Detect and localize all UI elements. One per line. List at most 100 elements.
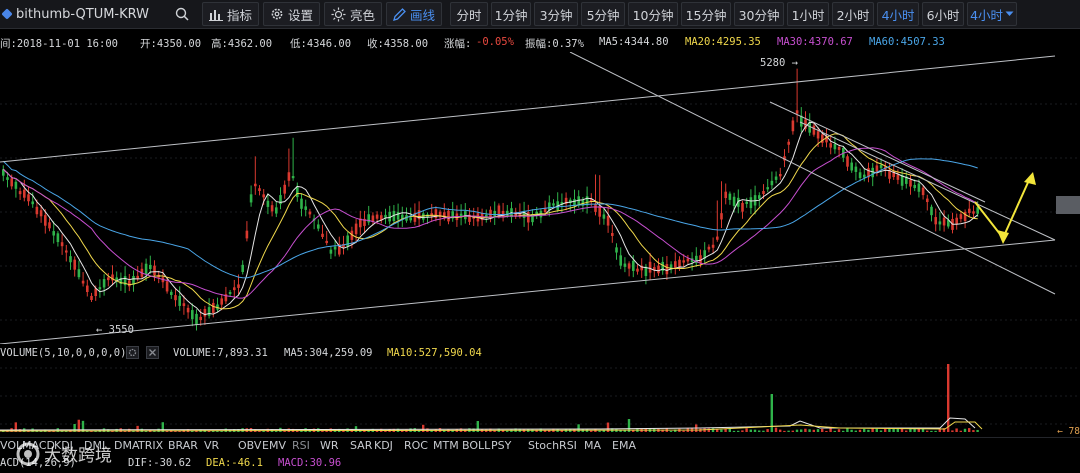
candlestick-chart[interactable] (0, 52, 1080, 344)
indicators-button[interactable]: 指标 (202, 2, 260, 26)
indicator-tab-roc[interactable]: ROC (404, 439, 428, 452)
candle-body (18, 191, 22, 195)
candle-body (304, 206, 307, 210)
indicator-tab-kdj[interactable]: KDJ (54, 439, 73, 452)
indicator-tab-ema[interactable]: EMA (612, 439, 636, 452)
period-tab-7[interactable]: 1小时 (787, 2, 830, 26)
candle-body (128, 280, 131, 287)
settings-button[interactable]: 设置 (263, 2, 321, 26)
candle-body (552, 203, 555, 206)
candle-body (921, 187, 925, 196)
candle-body (31, 201, 34, 205)
period-tab-0[interactable]: 分时 (450, 2, 489, 26)
candle-body (107, 277, 110, 281)
pencil-icon (393, 7, 406, 21)
period-tab-8[interactable]: 2小时 (832, 2, 875, 26)
volume-bar (245, 428, 248, 432)
change-label: 涨幅: (444, 38, 472, 50)
change-value: -0.05% (476, 36, 514, 48)
candle-body (170, 291, 173, 295)
search-button[interactable] (168, 3, 196, 25)
light-theme-button[interactable]: 亮色 (324, 2, 383, 26)
candle-body (245, 230, 249, 239)
candle-body (203, 309, 207, 317)
volume-bar (669, 430, 673, 432)
indicator-tab-dmi[interactable]: DMI (84, 439, 105, 452)
indicator-tab-sar[interactable]: SAR (350, 439, 372, 452)
volume-bar (858, 429, 862, 432)
volume-header: VOLUME(5,10,0,0,0,0) VOLUME:7,893.31 MA5… (0, 346, 1080, 362)
period-tab-2[interactable]: 3分钟 (534, 2, 579, 26)
trendline (569, 52, 1056, 295)
period-tab-1[interactable]: 1分钟 (491, 2, 532, 26)
indicator-tab-brar[interactable]: BRAR (168, 439, 198, 452)
volume-bar (749, 429, 752, 432)
search-icon (175, 7, 189, 21)
candle-body (447, 210, 450, 222)
high-annotation: 5280 → (760, 57, 798, 69)
candle-body (674, 261, 677, 268)
volume-bar (720, 429, 723, 432)
period-tab-4[interactable]: 10分钟 (628, 2, 679, 26)
volume-close-button[interactable] (146, 346, 159, 359)
volume-settings-button[interactable] (126, 346, 139, 359)
indicator-tab-macd[interactable]: MACD (22, 439, 55, 452)
indicator-tab-boll[interactable]: BOLL (462, 439, 490, 452)
candle-body (795, 110, 799, 114)
volume-bar (728, 428, 731, 432)
candle-body (191, 310, 194, 320)
candle-body (56, 233, 60, 243)
period-tab-5[interactable]: 15分钟 (681, 2, 732, 26)
period-tab-3[interactable]: 5分钟 (581, 2, 626, 26)
volume-bar (745, 428, 748, 432)
indicator-tab-ma[interactable]: MA (584, 439, 601, 452)
period-tab-9[interactable]: 4小时 (877, 2, 920, 26)
indicator-tab-wr[interactable]: WR (320, 439, 339, 452)
candle-body (182, 303, 186, 307)
indicator-tab-rsi[interactable]: RSI (292, 439, 310, 452)
forecast-arrow-head (997, 230, 1009, 244)
candle-body (787, 141, 790, 145)
indicator-tab-mtm[interactable]: MTM (433, 439, 459, 452)
volume-bar (422, 424, 425, 432)
candle-body (657, 265, 660, 274)
candle-body (745, 201, 748, 204)
candle-body (602, 214, 606, 219)
symbol-selector[interactable]: bithumb-QTUM-KRW (0, 0, 168, 28)
period-tab-10[interactable]: 6小时 (922, 2, 965, 26)
high-value: 高:4362.00 (211, 38, 273, 50)
draw-line-button[interactable]: 画线 (386, 2, 443, 26)
candle-body (300, 198, 303, 209)
indicator-tab-vr[interactable]: VR (204, 439, 219, 452)
candle-body (266, 200, 270, 207)
volume-bar (926, 430, 929, 432)
indicator-tab-emv[interactable]: EMV (262, 439, 286, 452)
indicator-tab-dma[interactable]: DMA (114, 439, 140, 452)
amplitude-value: 振幅:0.37% (525, 38, 584, 50)
period-label: 15分钟 (685, 7, 727, 23)
candle-body (926, 198, 929, 203)
volume-bar (321, 430, 324, 432)
volume-bar (951, 430, 954, 432)
volume-ma5: MA5:304,259.09 (284, 347, 373, 359)
candle-body (6, 177, 9, 180)
candle-body (69, 256, 72, 263)
candle-body (812, 125, 816, 135)
indicator-tab-obv[interactable]: OBV (238, 439, 261, 452)
period-tab-6[interactable]: 30分钟 (734, 2, 785, 26)
candle-body (94, 288, 97, 297)
indicator-tab-trix[interactable]: TRIX (138, 439, 163, 452)
volume-bar (947, 364, 950, 432)
drawn-trendlines[interactable] (0, 52, 1056, 344)
indicator-tab-stochrsi[interactable]: StochRSI (528, 439, 577, 452)
candle-body (489, 209, 492, 218)
volume-bar (854, 430, 857, 432)
indicator-tab-vol[interactable]: VOL (0, 439, 22, 452)
candle-body (35, 206, 39, 215)
indicator-tab-psy[interactable]: PSY (491, 439, 511, 452)
period-dropdown[interactable]: 4小时 (967, 2, 1018, 26)
candle-body (707, 246, 711, 250)
candle-body (774, 176, 778, 180)
indicator-tab-kdj[interactable]: KDJ (374, 439, 393, 452)
candle-body (241, 264, 244, 272)
